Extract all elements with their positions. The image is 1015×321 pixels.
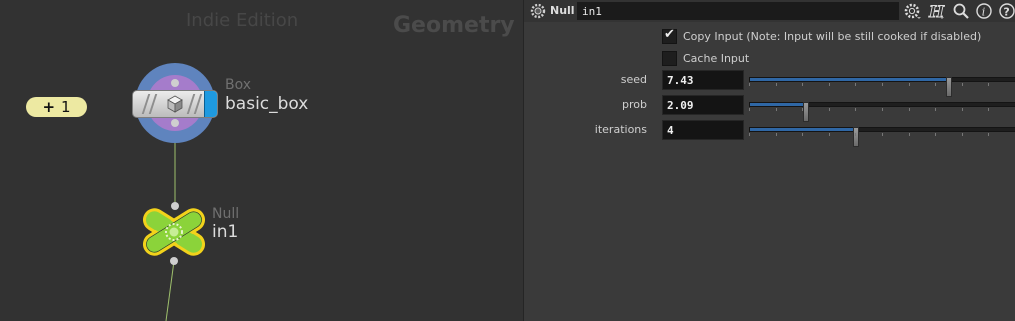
- sticky-counter[interactable]: + 1: [26, 97, 87, 117]
- sticky-count: 1: [61, 98, 71, 116]
- context-watermark: Geometry: [393, 13, 515, 38]
- slider-tick: [988, 133, 989, 136]
- help-h-icon[interactable]: H: [927, 2, 945, 20]
- copy-input-checkbox[interactable]: ✔: [662, 27, 677, 44]
- null-type-label: Null: [212, 206, 240, 222]
- parameter-editor: Null H i ? ✔ Copy Input (Note: Input wil…: [523, 0, 1015, 321]
- null-node[interactable]: [139, 206, 209, 258]
- slider-tick: [882, 108, 883, 111]
- node-type-label: Box: [225, 77, 252, 93]
- iterations-field[interactable]: [662, 120, 744, 140]
- seed-label: seed: [620, 73, 647, 86]
- slider-tick: [802, 133, 803, 136]
- slider-tick: [962, 83, 963, 86]
- slider-tick: [882, 133, 883, 136]
- prob-label: prob: [622, 98, 647, 111]
- slider-tick: [935, 133, 936, 136]
- box-node-body[interactable]: [132, 90, 218, 118]
- prob-slider-handle[interactable]: [803, 102, 809, 122]
- input-port[interactable]: [171, 79, 179, 87]
- slider-tick: [829, 83, 830, 86]
- slider-tick: [909, 83, 910, 86]
- output-port[interactable]: [171, 119, 179, 127]
- slider-tick: [749, 133, 750, 136]
- cache-input-checkbox[interactable]: [662, 51, 677, 66]
- copy-input-label: Copy Input (Note: Input will be still co…: [683, 30, 982, 43]
- seed-slider-ticks: [749, 83, 1015, 87]
- slider-tick: [829, 108, 830, 111]
- display-flag[interactable]: [204, 91, 217, 117]
- plus-icon: +: [42, 98, 56, 116]
- prob-slider[interactable]: [749, 102, 1015, 122]
- null-output-port[interactable]: [170, 257, 178, 265]
- slider-tick: [962, 133, 963, 136]
- iterations-slider-handle[interactable]: [853, 127, 859, 147]
- slider-tick: [802, 108, 803, 111]
- slider-tick: [988, 83, 989, 86]
- seed-slider-handle[interactable]: [946, 77, 952, 97]
- slider-tick: [855, 133, 856, 136]
- null-node-shape: [142, 208, 206, 256]
- slider-tick: [855, 108, 856, 111]
- cache-input-label: Cache Input: [683, 52, 750, 65]
- seed-row: seed: [524, 70, 1015, 97]
- prob-row: prob: [524, 95, 1015, 122]
- slider-tick: [935, 83, 936, 86]
- node-wires: [165, 127, 176, 321]
- slider-tick: [776, 133, 777, 136]
- slider-tick: [909, 133, 910, 136]
- svg-text:?: ?: [1003, 6, 1009, 19]
- iterations-row: iterations: [524, 120, 1015, 147]
- iterations-slider[interactable]: [749, 127, 1015, 147]
- help-icon[interactable]: ?: [998, 2, 1015, 20]
- seed-field[interactable]: [662, 70, 744, 90]
- cache-input-row: Cache Input: [662, 51, 749, 66]
- iterations-slider-ticks: [749, 133, 1015, 137]
- copy-input-row: ✔ Copy Input (Note: Input will be still …: [662, 27, 982, 44]
- node-name-field[interactable]: [577, 2, 899, 20]
- slider-tick: [776, 108, 777, 111]
- slider-tick: [776, 83, 777, 86]
- slider-tick: [962, 108, 963, 111]
- slider-tick: [829, 133, 830, 136]
- slider-tick: [855, 83, 856, 86]
- parameter-header: Null H i ?: [524, 0, 1015, 22]
- slider-tick: [988, 108, 989, 111]
- slider-tick: [882, 83, 883, 86]
- iterations-label: iterations: [594, 123, 647, 136]
- check-icon: ✔: [664, 27, 675, 42]
- prob-slider-ticks: [749, 108, 1015, 112]
- prob-slider-fill: [750, 103, 806, 106]
- null-name-label[interactable]: in1: [212, 222, 238, 242]
- slider-tick: [909, 108, 910, 111]
- node-gear-icon[interactable]: [530, 3, 546, 19]
- slider-tick: [749, 83, 750, 86]
- node-name-label[interactable]: basic_box: [225, 94, 308, 114]
- node-type-header: Null: [550, 4, 575, 17]
- box-node[interactable]: [132, 60, 218, 146]
- slider-tick: [802, 83, 803, 86]
- info-icon[interactable]: i: [975, 2, 993, 20]
- cube-icon: [167, 95, 183, 113]
- seed-slider[interactable]: [749, 77, 1015, 97]
- svg-text:i: i: [982, 6, 986, 19]
- network-editor[interactable]: Indie Edition Geometry + 1 Box basic_box: [0, 0, 523, 321]
- search-icon[interactable]: [952, 2, 970, 20]
- prob-field[interactable]: [662, 95, 744, 115]
- gear-icon[interactable]: [904, 2, 922, 20]
- iterations-slider-fill: [750, 128, 856, 131]
- seed-slider-fill: [750, 78, 949, 81]
- edition-watermark: Indie Edition: [186, 10, 299, 31]
- slider-tick: [935, 108, 936, 111]
- slider-tick: [749, 108, 750, 111]
